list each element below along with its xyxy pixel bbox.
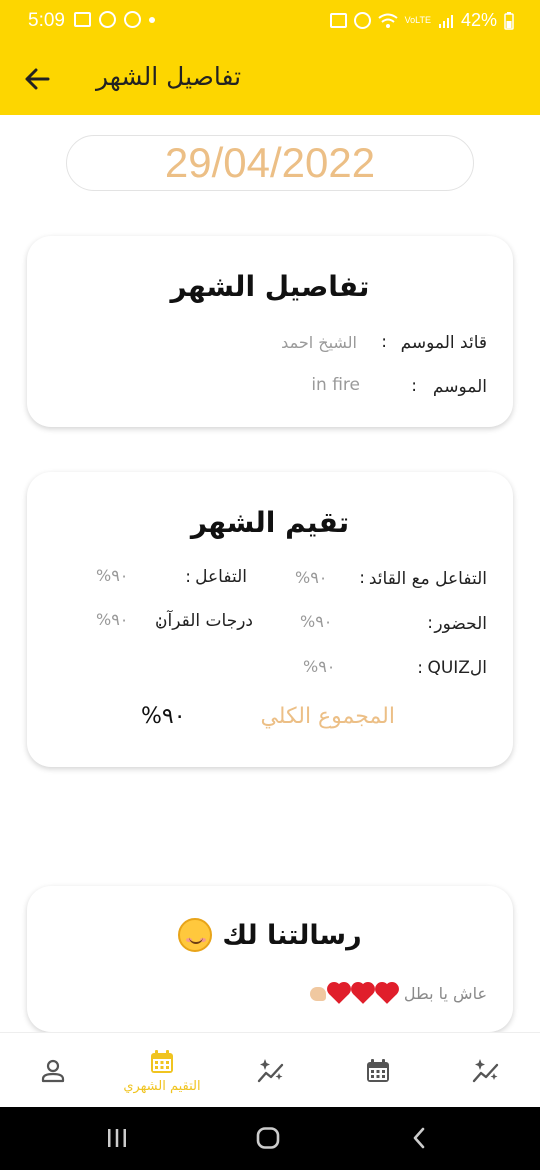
quiz-separator: : [417,658,423,678]
person-icon [41,1059,65,1082]
season-leader-separator: : [381,332,387,352]
leader-interaction-label: التفاعل مع القائد [368,569,487,589]
month-rating-card: تقيم الشهر التفاعل مع القائد : %٩٠ التفا… [27,472,513,767]
interaction-separator: : [185,567,191,587]
heart-icon [328,983,349,1004]
quran-grades-label: درجات القرآن [155,611,253,631]
message-body: عاش يا بطل [309,983,487,1004]
month-details-card: تفاصيل الشهر قائد الموسم : الشيخ احمد ال… [27,236,513,427]
nav-item-calendar[interactable] [347,1033,409,1108]
total-value: %٩٠ [141,704,186,729]
season-label: الموسم [432,377,487,397]
app-notification-icon [124,11,141,28]
volte-label: VoLTE [404,15,431,25]
home-icon [256,1127,280,1149]
message-emojis [309,983,398,1004]
nav-item-profile[interactable] [22,1033,84,1108]
arrow-left-icon [25,68,50,90]
nav-item-analytics[interactable] [455,1033,517,1108]
data-saver-icon [329,13,347,28]
nav-label-monthly-rating: التقيم الشهري [123,1078,201,1094]
calendar-icon [367,1058,389,1082]
leader-interaction-value: %٩٠ [295,568,328,587]
interaction-label: التفاعل [195,567,247,587]
nav-item-monthly-rating[interactable]: التقيم الشهري [110,1033,214,1108]
details-card-title: تفاصيل الشهر [170,270,370,303]
leader-interaction-separator: : [359,568,365,588]
attendance-value: %٩٠ [300,612,333,631]
quiz-label: الQUIZ [427,658,487,678]
season-leader-label: قائد الموسم [400,333,487,353]
status-left-icons [74,11,155,28]
date-display: 29/04/2022 [66,135,474,191]
interaction-value: %٩٠ [96,566,129,585]
battery-icon [504,11,514,30]
heart-icon [352,983,373,1004]
rating-card-title: تقيم الشهر [190,506,350,539]
quiz-value: %٩٠ [303,657,336,676]
sparkle-chart-icon [472,1058,499,1082]
more-notifications-icon [149,16,155,23]
message-card: رسالتنا لك عاش يا بطل [27,886,513,1032]
season-leader-value: الشيخ احمد [281,333,357,352]
battery-percent: 42% [460,10,497,30]
flexed-biceps-icon [309,986,326,1001]
wifi-icon [377,13,398,28]
whatsapp-notification-icon [99,11,116,28]
status-right-icons: VoLTE 42% [329,10,514,31]
app-bar: تفاصيل الشهر [0,42,540,115]
status-bar: 5:09 VoLTE 42% [0,0,540,42]
system-navigation-bar [0,1107,540,1170]
back-button[interactable] [20,62,54,96]
page-title: تفاصيل الشهر [96,62,242,91]
total-label: المجموع الكلي [260,704,395,729]
nav-item-stats[interactable] [240,1033,302,1108]
calendar-icon [151,1049,173,1073]
attendance-label: الحضور [434,614,487,634]
gallery-notification-icon [74,12,91,27]
chevron-left-icon [413,1127,425,1149]
status-time: 5:09 [28,10,65,31]
season-value: in fire [311,375,360,395]
heart-icon [376,983,397,1004]
system-back-button[interactable] [406,1125,432,1151]
recent-apps-button[interactable] [104,1125,130,1151]
quran-grades-value: %٩٠ [96,610,129,629]
sparkle-chart-icon [257,1058,284,1082]
season-separator: : [411,376,417,396]
recent-apps-icon [108,1129,126,1147]
signal-icon [438,14,453,28]
message-text: عاش يا بطل [403,984,487,1003]
message-title-row: رسالتنا لك [27,918,513,952]
smiling-face-icon [178,918,213,952]
home-button[interactable] [255,1125,281,1151]
quran-grades-separator: : [157,611,163,631]
bottom-navigation: التقيم الشهري [0,1032,540,1107]
attendance-separator: : [427,613,433,633]
message-title: رسالتنا لك [222,919,362,951]
alarm-icon [353,12,371,29]
